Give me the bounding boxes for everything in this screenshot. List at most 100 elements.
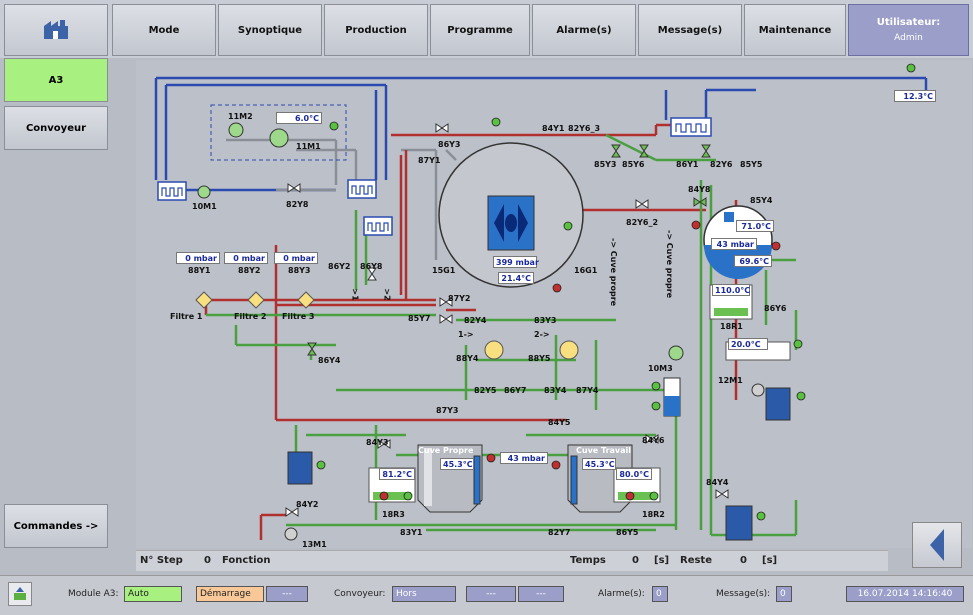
reste-value: 0 <box>740 555 747 566</box>
back-arrow-icon <box>930 529 944 561</box>
label-88y1: 88Y1 <box>188 266 211 275</box>
label-82y6-3: 82Y6_3 <box>568 124 601 133</box>
label-18r2: 18R2 <box>642 510 665 519</box>
label-11m2: 11M2 <box>228 112 253 121</box>
status-field-2: --- <box>518 586 564 602</box>
label-16g1: 16G1 <box>574 266 598 275</box>
label-87y2: 87Y2 <box>448 294 471 303</box>
label-10m1: 10M1 <box>192 202 217 211</box>
nav-synoptique[interactable]: Synoptique <box>218 4 322 56</box>
pressure-88y3: 0 mbar <box>274 252 318 264</box>
alarmes-value[interactable]: 0 <box>652 586 668 602</box>
label-arrow2: 2-> <box>534 330 550 339</box>
export-icon <box>14 587 26 600</box>
nav-alarmes[interactable]: Alarme(s) <box>532 4 636 56</box>
label-arrow-2: >2 <box>382 288 392 301</box>
synoptic-diagram: 11M2 11M1 10M1 82Y8 6.0°C 12.3°C 0 mbar … <box>136 60 972 549</box>
heater-18r3-temp: 81.2°C <box>379 468 415 480</box>
reste-label: Reste <box>680 555 712 566</box>
heater-18r1-temp: 110.0°C <box>712 284 750 296</box>
nav-production[interactable]: Production <box>324 4 428 56</box>
temps-value: 0 <box>632 555 639 566</box>
sidebar-item-commandes[interactable]: Commandes -> <box>4 504 108 548</box>
phase-value: Démarrage <box>196 586 264 602</box>
label-86y4: 86Y4 <box>318 356 341 365</box>
label-83y3: 83Y3 <box>534 316 557 325</box>
back-button[interactable] <box>912 522 962 568</box>
top-nav-bar: Mode Synoptique Production Programme Ala… <box>0 0 973 58</box>
nav-programme[interactable]: Programme <box>430 4 530 56</box>
label-88y3: 88Y3 <box>288 266 311 275</box>
mid-pressure: 43 mbar <box>500 452 548 464</box>
label-cuve-propre-pipe: -> Cuve propre <box>609 238 618 307</box>
separator-temp: 71.0°C <box>736 220 774 232</box>
step-value: 0 <box>204 555 211 566</box>
label-84y6: 84Y6 <box>642 436 665 445</box>
step-label: N° Step <box>140 555 183 566</box>
alarmes-label: Alarme(s): <box>598 589 645 599</box>
label-13m1: 13M1 <box>302 540 327 549</box>
label-86y6: 86Y6 <box>764 304 787 313</box>
label-85y7: 85Y7 <box>408 314 431 323</box>
label-arrow1: 1-> <box>458 330 474 339</box>
label-cuve-propre: Cuve Propre <box>418 446 474 455</box>
label-86y2: 86Y2 <box>328 262 351 271</box>
user-title: Utilisateur: <box>876 17 941 28</box>
label-82y7: 82Y7 <box>548 528 571 537</box>
label-83y4: 83Y4 <box>544 386 567 395</box>
separator-temp-2: 69.6°C <box>734 255 772 267</box>
label-85y3: 85Y3 <box>594 160 617 169</box>
piping-diagram <box>154 63 928 541</box>
temps-unit: [s] <box>654 555 670 566</box>
label-86y1: 86Y1 <box>676 160 699 169</box>
nav-mode[interactable]: Mode <box>112 4 216 56</box>
label-88y4: 88Y4 <box>456 354 479 363</box>
label-82y4: 82Y4 <box>464 316 487 325</box>
label-84y1: 84Y1 <box>542 124 565 133</box>
reactor-pressure: 399 mbar <box>493 256 539 268</box>
label-87y3: 87Y3 <box>436 406 459 415</box>
reste-unit: [s] <box>762 555 778 566</box>
home-button[interactable] <box>4 4 108 56</box>
cuve-propre-temp: 45.3°C <box>440 458 474 470</box>
export-button[interactable] <box>8 582 32 606</box>
label-86y5: 86Y5 <box>616 528 639 537</box>
convoyeur-label: Convoyeur: <box>334 589 386 599</box>
temps-label: Temps <box>570 555 606 566</box>
label-12m1: 12M1 <box>718 376 743 385</box>
sidebar-item-convoyeur[interactable]: Convoyeur <box>4 106 108 150</box>
label-84y4: 84Y4 <box>706 478 729 487</box>
label-83y1: 83Y1 <box>400 528 423 537</box>
label-85y6: 85Y6 <box>622 160 645 169</box>
label-87y1: 87Y1 <box>418 156 441 165</box>
user-button[interactable]: Utilisateur: Admin <box>848 4 969 56</box>
label-cuve-travail: Cuve Travail <box>576 446 632 455</box>
temp-right-top-value: 12.3°C <box>894 90 936 102</box>
user-name: Admin <box>894 33 923 43</box>
sidebar-item-a3[interactable]: A3 <box>4 58 108 102</box>
label-filtre2: Filtre 2 <box>234 312 267 321</box>
messages-label: Message(s): <box>716 589 771 599</box>
fonction-label: Fonction <box>222 555 271 566</box>
convoyeur-value: Hors <box>392 586 456 602</box>
label-84y8: 84Y8 <box>688 185 711 194</box>
phase-extra: --- <box>266 586 308 602</box>
label-arrow-1: >1 <box>350 288 360 301</box>
step-info-bar: N° Step 0 Fonction Temps 0 [s] Reste 0 [… <box>136 550 888 571</box>
label-86y3: 86Y3 <box>438 140 461 149</box>
cooler-temp: 20.0°C <box>728 338 768 350</box>
status-bar: Module A3: Auto Démarrage --- Convoyeur:… <box>0 575 973 615</box>
status-field-1: --- <box>466 586 516 602</box>
label-filtre1: Filtre 1 <box>170 312 203 321</box>
label-filtre3: Filtre 3 <box>282 312 315 321</box>
nav-messages[interactable]: Message(s) <box>638 4 742 56</box>
label-86y8: 86Y8 <box>360 262 383 271</box>
sidebar: A3 Convoyeur Commandes -> <box>0 58 112 573</box>
label-86y7: 86Y7 <box>504 386 527 395</box>
reactor-temp: 21.4°C <box>498 272 534 284</box>
pressure-88y2: 0 mbar <box>224 252 268 264</box>
factory-icon <box>44 20 68 39</box>
label-84y3: 84Y3 <box>366 438 389 447</box>
messages-value[interactable]: 0 <box>776 586 792 602</box>
nav-maintenance[interactable]: Maintenance <box>744 4 846 56</box>
